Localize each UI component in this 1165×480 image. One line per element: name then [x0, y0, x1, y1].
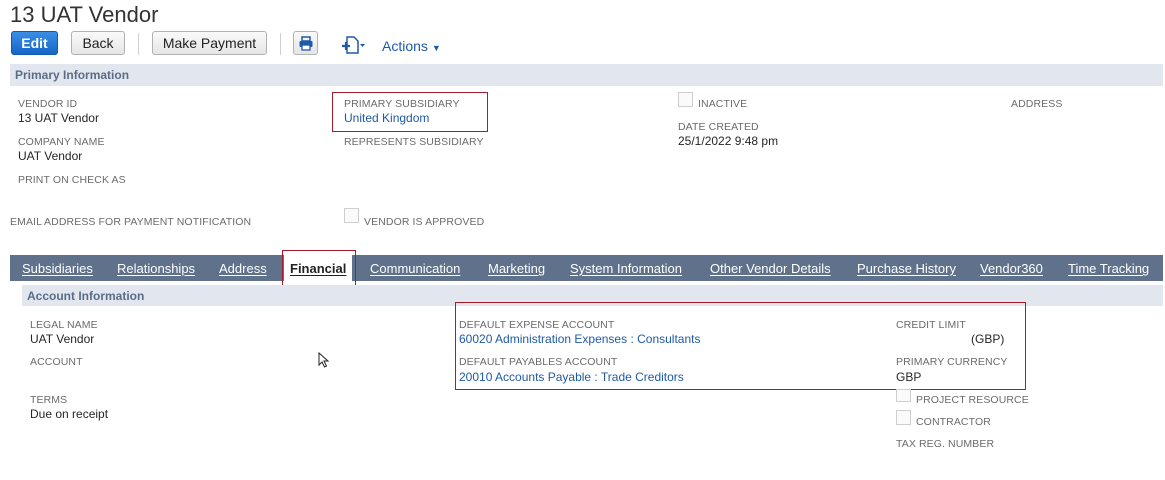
company-name-label: COMPANY NAME	[18, 136, 105, 148]
terms-label: TERMS	[30, 394, 68, 406]
vendor-approved-checkbox[interactable]	[344, 208, 359, 223]
address-label: ADDRESS	[1011, 98, 1063, 110]
tab-other-vendor-details[interactable]: Other Vendor Details	[710, 261, 831, 276]
legal-name-value: UAT Vendor	[30, 332, 95, 346]
default-expense-link[interactable]: 60020 Administration Expenses : Consulta…	[459, 332, 700, 346]
make-payment-button[interactable]: Make Payment	[152, 31, 267, 55]
tab-subsidiaries[interactable]: Subsidiaries	[22, 261, 93, 276]
primary-subsidiary-link[interactable]: United Kingdom	[344, 111, 429, 125]
tab-communication[interactable]: Communication	[370, 261, 460, 276]
tax-reg-number-label: TAX REG. NUMBER	[896, 438, 995, 450]
tab-system-information[interactable]: System Information	[570, 261, 682, 276]
print-icon	[299, 35, 312, 51]
actions-label: Actions	[382, 38, 428, 54]
contractor-label: CONTRACTOR	[916, 416, 991, 428]
section-title: Primary Information	[15, 68, 130, 82]
subtab-bar: Subsidiaries Relationships Address Finan…	[10, 255, 1163, 282]
company-name-value: UAT Vendor	[18, 149, 83, 163]
chevron-down-icon: ▼	[431, 43, 441, 53]
date-created-value: 25/1/2022 9:48 pm	[678, 134, 779, 148]
add-document-icon	[342, 36, 365, 54]
print-button[interactable]	[293, 31, 318, 55]
primary-subsidiary-label: PRIMARY SUBSIDIARY	[344, 98, 460, 110]
back-button[interactable]: Back	[71, 31, 125, 55]
default-expense-label: DEFAULT EXPENSE ACCOUNT	[459, 319, 615, 331]
vendor-id-label: VENDOR ID	[18, 98, 78, 110]
vendor-approved-label: VENDOR IS APPROVED	[364, 216, 485, 228]
new-document-menu[interactable]	[337, 35, 369, 55]
inactive-label: INACTIVE	[698, 98, 748, 110]
actions-menu[interactable]: Actions ▼	[382, 38, 441, 54]
vendor-id-value: 13 UAT Vendor	[18, 111, 99, 125]
tab-address[interactable]: Address	[219, 261, 267, 276]
project-resource-checkbox[interactable]	[896, 389, 911, 402]
date-created-label: DATE CREATED	[678, 121, 759, 133]
tab-vendor360[interactable]: Vendor360	[980, 261, 1043, 276]
page-title: 13 UAT Vendor	[10, 2, 159, 27]
toolbar-divider	[138, 33, 139, 55]
contractor-checkbox[interactable]	[896, 410, 911, 425]
default-payables-link[interactable]: 20010 Accounts Payable : Trade Creditors	[459, 370, 684, 384]
tab-relationships[interactable]: Relationships	[117, 261, 195, 276]
mouse-cursor-icon	[318, 352, 330, 368]
credit-limit-currency: (GBP)	[971, 332, 1005, 346]
credit-limit-label: CREDIT LIMIT	[896, 319, 966, 331]
tab-time-tracking[interactable]: Time Tracking	[1068, 261, 1149, 276]
primary-information-header: Primary Information	[10, 64, 1163, 86]
project-resource-label: PROJECT RESOURCE	[916, 394, 1029, 406]
primary-currency-value: GBP	[896, 370, 922, 384]
represents-subsidiary-label: REPRESENTS SUBSIDIARY	[344, 136, 484, 148]
print-on-check-label: PRINT ON CHECK AS	[18, 174, 126, 186]
edit-button[interactable]: Edit	[11, 31, 58, 55]
tab-marketing[interactable]: Marketing	[488, 261, 545, 276]
highlight-box	[282, 250, 356, 287]
primary-currency-label: PRIMARY CURRENCY	[896, 356, 1008, 368]
tab-purchase-history[interactable]: Purchase History	[857, 261, 956, 276]
default-payables-label: DEFAULT PAYABLES ACCOUNT	[459, 356, 618, 368]
section-title: Account Information	[27, 289, 145, 303]
inactive-checkbox[interactable]	[678, 92, 693, 107]
account-label: ACCOUNT	[30, 356, 83, 368]
email-payment-label: EMAIL ADDRESS FOR PAYMENT NOTIFICATION	[10, 216, 252, 228]
toolbar-divider	[280, 33, 281, 55]
terms-value: Due on receipt	[30, 407, 109, 421]
legal-name-label: LEGAL NAME	[30, 319, 98, 331]
